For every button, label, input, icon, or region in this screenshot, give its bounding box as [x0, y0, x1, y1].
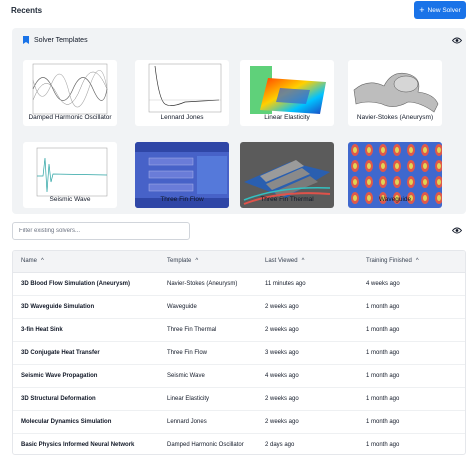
table-row[interactable]: 3D Blood Flow Simulation (Aneurysm) Navi… — [13, 273, 465, 296]
eye-icon[interactable] — [452, 37, 462, 44]
solver-template: Three Fin Thermal — [167, 327, 217, 333]
solver-template: Seismic Wave — [167, 373, 205, 379]
column-header-training-finished[interactable]: Training Finished ^ — [366, 258, 419, 264]
template-label: Waveguide — [378, 196, 412, 203]
solver-template: Lennard Jones — [167, 419, 207, 425]
chevron-up-icon: ^ — [415, 258, 419, 264]
filter-solvers-input[interactable] — [12, 222, 190, 240]
page-title: Recents — [11, 6, 43, 15]
template-label: Lennard Jones — [160, 114, 204, 121]
solver-name: Basic Physics Informed Neural Network — [21, 442, 135, 448]
template-label: Navier-Stokes (Aneurysm) — [356, 114, 434, 121]
table-row[interactable]: 3D Conjugate Heat Transfer Three Fin Flo… — [13, 342, 465, 365]
eye-icon[interactable] — [452, 227, 462, 234]
solver-training-finished: 1 month ago — [366, 419, 400, 425]
solver-last-viewed: 2 weeks ago — [265, 419, 299, 425]
new-solver-button[interactable]: + New Solver — [414, 1, 466, 19]
solver-template: Navier-Stokes (Aneurysm) — [167, 281, 238, 287]
solver-name: 3D Blood Flow Simulation (Aneurysm) — [21, 281, 131, 287]
solver-name: 3D Conjugate Heat Transfer — [21, 350, 100, 356]
table-row[interactable]: Basic Physics Informed Neural Network Da… — [13, 434, 465, 454]
solver-last-viewed: 2 weeks ago — [265, 327, 299, 333]
templates-title: Solver Templates — [34, 36, 88, 44]
solver-last-viewed: 2 weeks ago — [265, 304, 299, 310]
solver-template: Linear Elasticity — [167, 396, 210, 402]
column-header-name[interactable]: Name ^ — [21, 258, 44, 264]
solver-name: 3-fin Heat Sink — [21, 327, 63, 333]
solver-training-finished: 4 weeks ago — [366, 281, 400, 287]
solver-training-finished: 1 month ago — [366, 373, 400, 379]
solver-last-viewed: 3 weeks ago — [265, 350, 299, 356]
template-label: Three Fin Thermal — [260, 196, 314, 203]
solver-last-viewed: 11 minutes ago — [265, 281, 306, 287]
solvers-table: Name ^ Template ^ Last Viewed ^ Training… — [12, 250, 466, 455]
solver-last-viewed: 2 weeks ago — [265, 396, 299, 402]
solver-training-finished: 1 month ago — [366, 396, 400, 402]
table-header: Name ^ Template ^ Last Viewed ^ Training… — [13, 251, 465, 273]
new-solver-label: New Solver — [427, 6, 461, 14]
table-row[interactable]: 3D Structural Deformation Linear Elastic… — [13, 388, 465, 411]
solver-name: 3D Structural Deformation — [21, 396, 96, 402]
solver-training-finished: 1 month ago — [366, 304, 400, 310]
solver-name: Seismic Wave Propagation — [21, 373, 98, 379]
table-row[interactable]: 3D Waveguide Simulation Waveguide 2 week… — [13, 296, 465, 319]
solver-template: Waveguide — [167, 304, 197, 310]
solver-template: Three Fin Flow — [167, 350, 208, 356]
template-label: Linear Elasticity — [264, 114, 310, 121]
table-row[interactable]: Molecular Dynamics Simulation Lennard Jo… — [13, 411, 465, 434]
solver-name: 3D Waveguide Simulation — [21, 304, 95, 310]
top-bar: Recents + New Solver — [0, 0, 474, 22]
template-label: Three Fin Flow — [160, 196, 204, 203]
bookmark-icon — [23, 36, 29, 44]
chevron-up-icon: ^ — [301, 258, 305, 264]
solver-name: Molecular Dynamics Simulation — [21, 419, 112, 425]
solver-last-viewed: 4 weeks ago — [265, 373, 299, 379]
plus-icon: + — [419, 4, 425, 15]
solver-training-finished: 1 month ago — [366, 327, 400, 333]
solver-training-finished: 1 month ago — [366, 442, 400, 448]
templates-header: Solver Templates — [23, 36, 88, 44]
column-header-last-viewed[interactable]: Last Viewed ^ — [265, 258, 304, 264]
solver-template: Damped Harmonic Oscillator — [167, 442, 244, 448]
solver-last-viewed: 2 days ago — [265, 442, 295, 448]
template-label: Seismic Wave — [49, 196, 91, 203]
table-row[interactable]: 3-fin Heat Sink Three Fin Thermal 2 week… — [13, 319, 465, 342]
chevron-up-icon: ^ — [195, 258, 199, 264]
table-row[interactable]: Seismic Wave Propagation Seismic Wave 4 … — [13, 365, 465, 388]
column-header-template[interactable]: Template ^ — [167, 258, 198, 264]
solver-training-finished: 1 month ago — [366, 350, 400, 356]
chevron-up-icon: ^ — [41, 258, 44, 264]
template-label: Damped Harmonic Oscillator — [28, 114, 112, 121]
solver-templates-panel: Solver Templates Damped Harmonic Oscilla… — [12, 28, 466, 214]
